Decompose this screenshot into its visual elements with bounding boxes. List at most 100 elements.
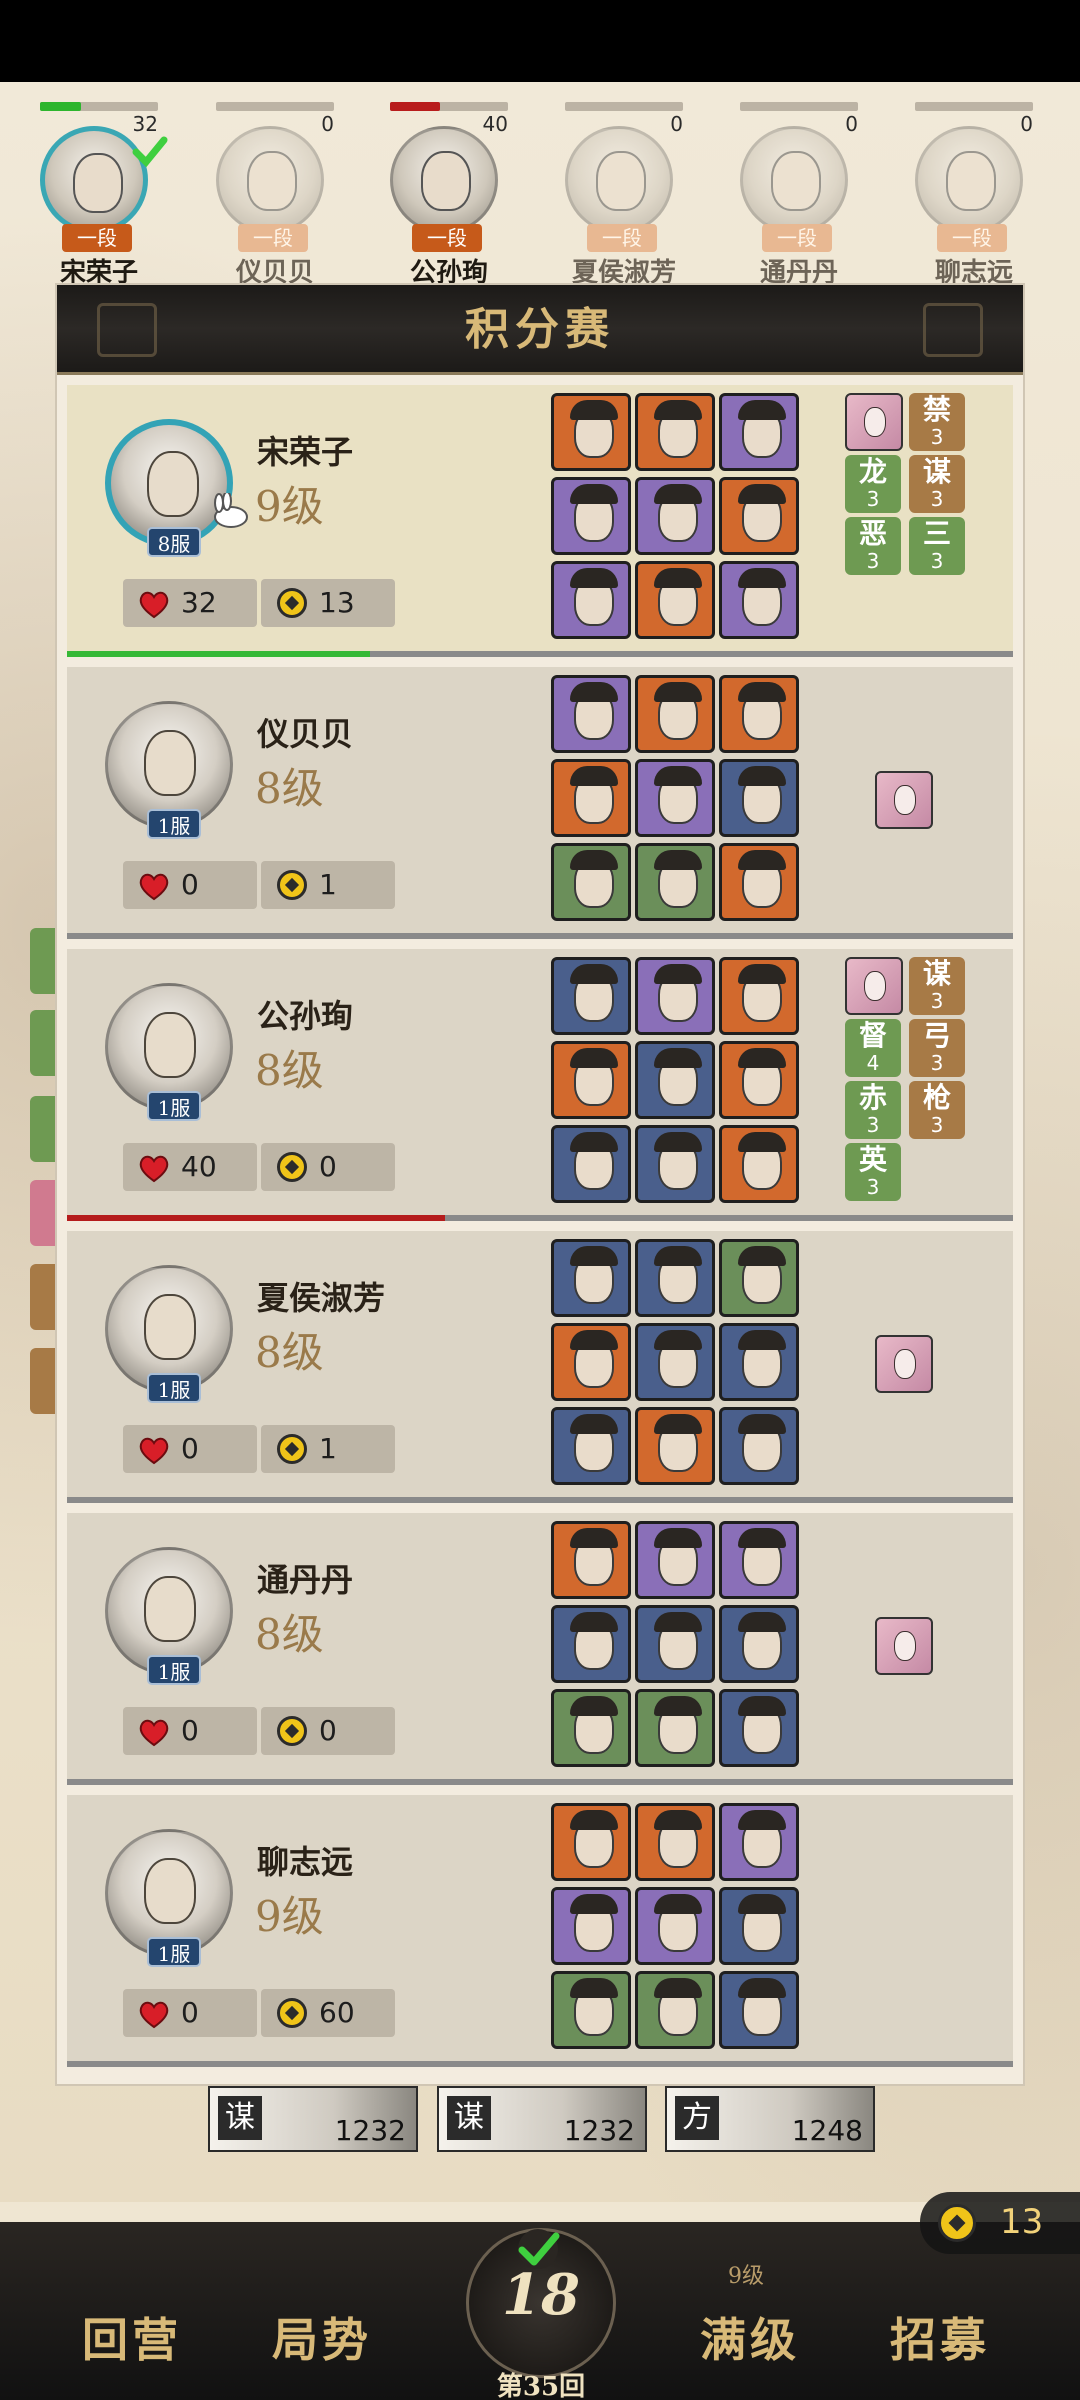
hero-portrait[interactable]: [635, 1125, 715, 1203]
hero-portrait[interactable]: [551, 843, 631, 921]
hero-portrait[interactable]: [719, 1239, 799, 1317]
synergy-badge[interactable]: 谋3: [909, 455, 965, 513]
consort-face: [864, 971, 886, 1001]
hero-portrait[interactable]: [719, 1689, 799, 1767]
hero-portrait[interactable]: [719, 1803, 799, 1881]
synergy-badge[interactable]: 谋3: [909, 957, 965, 1015]
hero-portrait[interactable]: [635, 759, 715, 837]
synergy-badge[interactable]: 枪3: [909, 1081, 965, 1139]
consort-portrait[interactable]: [875, 771, 933, 829]
hero-portrait[interactable]: [551, 1323, 631, 1401]
hero-portrait[interactable]: [551, 1605, 631, 1683]
situation-button[interactable]: 局势: [272, 2304, 372, 2370]
hero-portrait[interactable]: [551, 1971, 631, 2049]
hero-portrait[interactable]: [551, 957, 631, 1035]
player-card[interactable]: 1服 聊志远 9级 0 60: [67, 1795, 1013, 2067]
max-level-note: 9级: [728, 2264, 764, 2289]
hero-portrait[interactable]: [635, 561, 715, 639]
hero-portrait[interactable]: [719, 1521, 799, 1599]
hero-portrait[interactable]: [719, 1407, 799, 1485]
consort-portrait[interactable]: [845, 393, 903, 451]
hero-portrait[interactable]: [635, 1887, 715, 1965]
synergy-badge[interactable]: 弓3: [909, 1019, 965, 1077]
hero-portrait[interactable]: [635, 1971, 715, 2049]
player-level: 8级: [255, 1328, 324, 1377]
hero-portrait[interactable]: [635, 1041, 715, 1119]
hero-portrait[interactable]: [635, 1521, 715, 1599]
player-card[interactable]: 1服 公孙珣 8级 40 0 谋 3 督 4 弓 3 赤 3 枪 3 英 3: [67, 949, 1013, 1221]
hero-portrait[interactable]: [719, 1887, 799, 1965]
camp-button[interactable]: 回营: [82, 2304, 182, 2370]
hero-portrait[interactable]: [719, 1971, 799, 2049]
hero-portrait[interactable]: [635, 1239, 715, 1317]
strip-player[interactable]: 0 一段 通丹丹: [700, 96, 860, 288]
player-card[interactable]: 1服 通丹丹 8级 0 0: [67, 1513, 1013, 1785]
hero-portrait[interactable]: [551, 1689, 631, 1767]
hero-hair: [738, 1528, 786, 1548]
synergy-badge[interactable]: 赤3: [845, 1081, 901, 1139]
consort-portrait[interactable]: [845, 957, 903, 1015]
hero-portrait[interactable]: [719, 957, 799, 1035]
hero-portrait[interactable]: [635, 1689, 715, 1767]
hero-portrait[interactable]: [719, 393, 799, 471]
hero-portrait[interactable]: [719, 675, 799, 753]
hero-portrait[interactable]: [635, 1803, 715, 1881]
strip-player[interactable]: 0 一段 仪贝贝: [176, 96, 336, 288]
hero-portrait[interactable]: [635, 843, 715, 921]
hero-portrait[interactable]: [551, 393, 631, 471]
hero-hair: [738, 1330, 786, 1350]
synergy-badge[interactable]: 恶3: [845, 517, 901, 575]
lineup-trophy[interactable]: 谋 1232: [437, 2086, 647, 2152]
hero-portrait[interactable]: [719, 1605, 799, 1683]
synergy-badge[interactable]: 三3: [909, 517, 965, 575]
strip-player[interactable]: 32 一段 宋荣子: [0, 96, 168, 288]
hero-portrait[interactable]: [635, 957, 715, 1035]
hero-portrait[interactable]: [635, 675, 715, 753]
player-card[interactable]: 1服 夏侯淑芳 8级 0 1: [67, 1231, 1013, 1503]
hero-portrait[interactable]: [551, 477, 631, 555]
hero-portrait[interactable]: [635, 1407, 715, 1485]
player-card[interactable]: 8服 宋荣子 9级 32 13 禁 3 龙 3 谋 3 恶 3 三 3: [67, 385, 1013, 657]
hero-portrait[interactable]: [551, 1887, 631, 1965]
coin-icon: [277, 1716, 307, 1746]
hero-portrait[interactable]: [551, 1407, 631, 1485]
hero-portrait[interactable]: [551, 1239, 631, 1317]
hero-portrait[interactable]: [635, 393, 715, 471]
recruit-button[interactable]: 招募: [890, 2304, 990, 2370]
hero-portrait[interactable]: [551, 759, 631, 837]
hero-portrait[interactable]: [719, 477, 799, 555]
synergy-badge[interactable]: 龙3: [845, 455, 901, 513]
consort-portrait[interactable]: [875, 1617, 933, 1675]
hero-portrait[interactable]: [719, 1125, 799, 1203]
synergy-count: 3: [866, 1175, 880, 1199]
hero-portrait[interactable]: [719, 561, 799, 639]
synergy-badge[interactable]: 英3: [845, 1143, 901, 1201]
strip-player[interactable]: 0 一段 聊志远: [875, 96, 1035, 288]
hero-portrait[interactable]: [551, 561, 631, 639]
max-level-button[interactable]: 满级: [700, 2304, 800, 2370]
synergy-badge[interactable]: 督4: [845, 1019, 901, 1077]
hero-portrait[interactable]: [635, 1605, 715, 1683]
player-strip: 32 一段 宋荣子 0 一段 仪贝贝 40 一段 公孙珣 0 一段 夏侯淑芳 0 一段 通丹丹 0 一段 聊志远: [0, 96, 1080, 288]
hero-portrait[interactable]: [551, 675, 631, 753]
hero-portrait[interactable]: [719, 843, 799, 921]
hero-portrait[interactable]: [551, 1521, 631, 1599]
consort-portrait[interactable]: [875, 1335, 933, 1393]
hero-portrait[interactable]: [635, 477, 715, 555]
server-tag: 1服: [147, 1091, 201, 1121]
synergy-badge[interactable]: 禁3: [909, 393, 965, 451]
lineup-trophy[interactable]: 谋 1232: [208, 2086, 418, 2152]
hero-portrait[interactable]: [719, 1041, 799, 1119]
hero-portrait[interactable]: [551, 1803, 631, 1881]
hero-portrait[interactable]: [551, 1125, 631, 1203]
hero-portrait[interactable]: [719, 759, 799, 837]
player-card[interactable]: 1服 仪贝贝 8级 0 1: [67, 667, 1013, 939]
hero-portrait[interactable]: [719, 1323, 799, 1401]
hero-portrait[interactable]: [551, 1041, 631, 1119]
lineup-trophy[interactable]: 方 1248: [665, 2086, 875, 2152]
server-tag: 1服: [147, 1937, 201, 1967]
strip-player[interactable]: 0 一段 夏侯淑芳: [525, 96, 685, 288]
avatar-face: [144, 1858, 196, 1924]
hero-portrait[interactable]: [635, 1323, 715, 1401]
strip-player[interactable]: 40 一段 公孙珣: [350, 96, 510, 288]
